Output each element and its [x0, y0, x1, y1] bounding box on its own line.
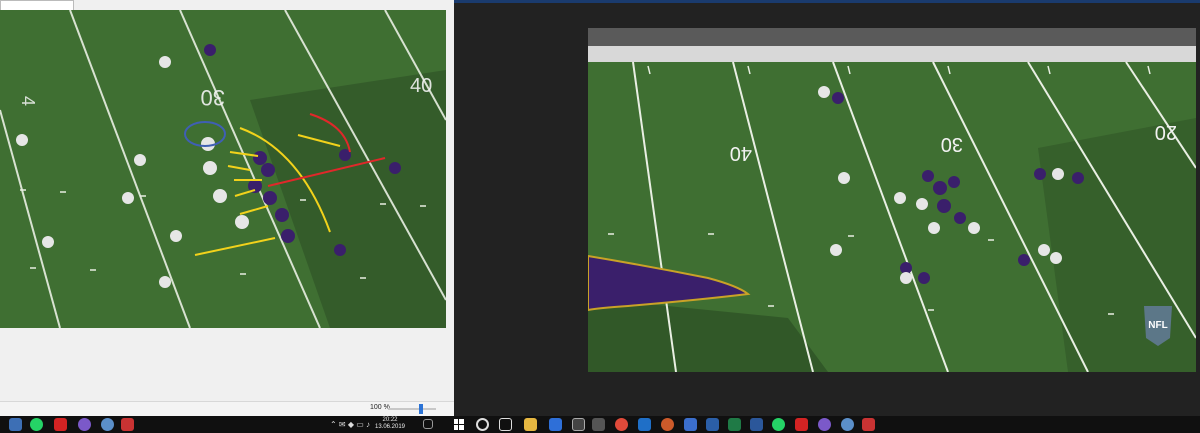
window-top-edge: [454, 0, 1200, 3]
network-icon[interactable]: [101, 418, 114, 431]
clock-time: 20:22: [382, 417, 398, 423]
pdf-icon[interactable]: [54, 418, 67, 431]
pdf-icon[interactable]: [795, 418, 808, 431]
svg-text:4: 4: [18, 96, 38, 106]
app-icon[interactable]: [862, 418, 875, 431]
excel-icon[interactable]: [728, 418, 741, 431]
media-player-icon[interactable]: [78, 418, 91, 431]
zoom-slider-thumb[interactable]: [419, 404, 423, 414]
file-explorer-icon[interactable]: [9, 418, 22, 431]
dropbox-icon[interactable]: [549, 418, 562, 431]
yard-number-30: 30: [201, 85, 225, 110]
nfl-watermark-text: NFL: [1148, 320, 1167, 331]
store-icon[interactable]: [661, 418, 674, 431]
calculator-icon[interactable]: [572, 418, 585, 431]
network-icon[interactable]: [841, 418, 854, 431]
windows-start-icon[interactable]: [454, 418, 465, 431]
tray-icons[interactable]: ⌃ ✉ ◆ ▭ ♪: [330, 420, 370, 429]
right-monitor: 40 30 20 NFL: [454, 0, 1200, 433]
notifications-icon[interactable]: [423, 419, 433, 429]
chrome-icon[interactable]: [615, 418, 628, 431]
yard-number-20: 20: [1155, 121, 1177, 143]
system-clock[interactable]: 20:22 13.06.2019: [373, 417, 407, 431]
annotated-field-svg: 30 40 4: [0, 10, 446, 328]
word-icon[interactable]: [706, 418, 719, 431]
search-icon[interactable]: [476, 418, 489, 431]
media-icon[interactable]: [818, 418, 831, 431]
viewer-status-bar: 100 %: [0, 401, 454, 416]
yard-number-40: 40: [730, 142, 752, 164]
app-icon[interactable]: [121, 418, 134, 431]
task-view-icon[interactable]: [499, 418, 512, 431]
word-2-icon[interactable]: [750, 418, 763, 431]
file-explorer-icon[interactable]: [524, 418, 537, 431]
zoom-slider-track[interactable]: [388, 408, 436, 410]
whatsapp-icon[interactable]: [30, 418, 43, 431]
taskbar-left: ⌃ ✉ ◆ ▭ ♪ 20:22 13.06.2019: [0, 416, 454, 433]
zoom-level: 100 %: [370, 404, 390, 411]
yard-number-40: 40: [410, 75, 432, 97]
media-player-icon[interactable]: [592, 418, 605, 431]
taskbar-right: [454, 416, 1200, 433]
broadcast-field-svg: 40 30 20 NFL: [588, 28, 1196, 372]
yard-number-30: 30: [941, 133, 963, 155]
annotated-play-image[interactable]: 30 40 4: [0, 10, 446, 328]
left-monitor: 30 40 4 100 % ⌃ ✉ ◆ ▭ ♪ 20:22 13.06.2019: [0, 0, 454, 433]
clock-date: 13.06.2019: [374, 424, 406, 430]
outlook-icon[interactable]: [638, 418, 651, 431]
whatsapp-icon[interactable]: [772, 418, 785, 431]
news-icon[interactable]: [684, 418, 697, 431]
game-video-frame[interactable]: 40 30 20 NFL: [588, 28, 1196, 372]
